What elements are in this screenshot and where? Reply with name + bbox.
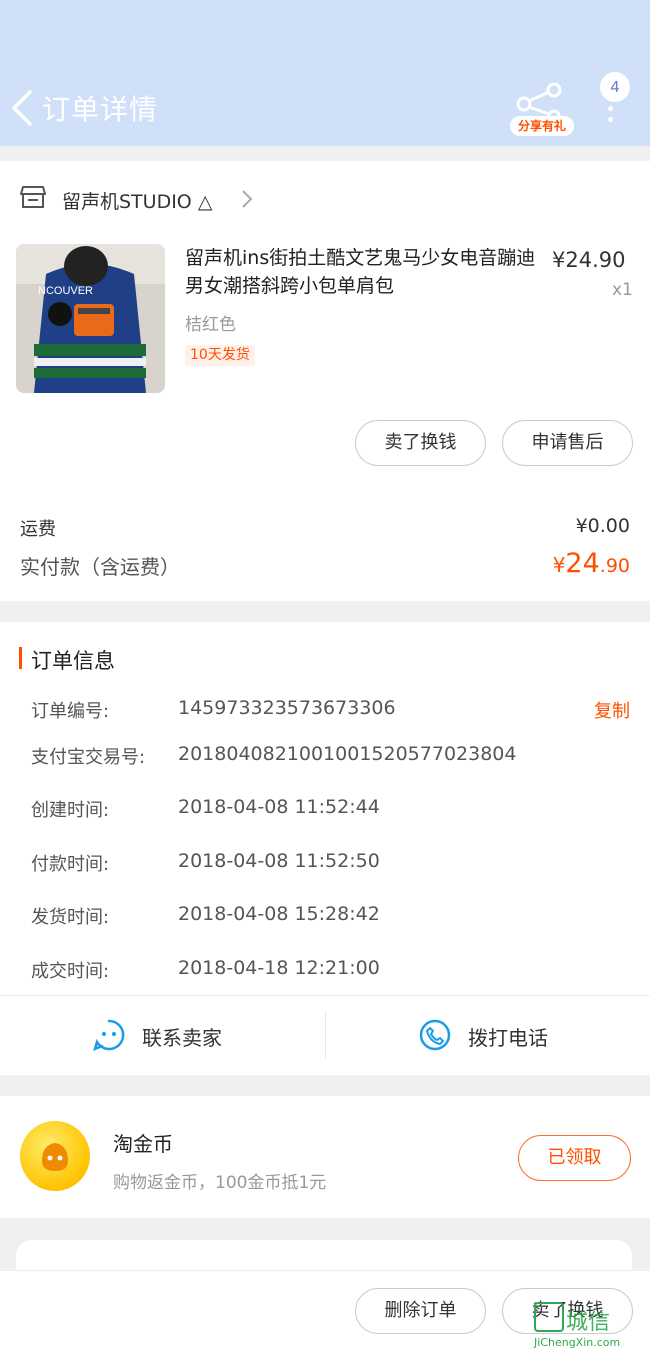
call-phone-button[interactable]: 拨打电话 (326, 996, 650, 1076)
product-photo: NCOUVER (16, 244, 165, 393)
shipping-fee-value: ¥0.00 (575, 515, 630, 537)
taobao-coin-card: 淘金币 购物返金币，100金币抵1元 已领取 (0, 1096, 650, 1218)
status-bar (0, 0, 650, 60)
coin-claimed-button[interactable]: 已领取 (518, 1135, 631, 1181)
coin-title: 淘金币 (113, 1132, 173, 1156)
info-value: 2018-04-08 11:52:44 (178, 796, 380, 818)
watermark-logo-icon (534, 1302, 564, 1332)
coin-icon (20, 1121, 90, 1191)
info-key: 创建时间: (31, 800, 110, 821)
paid-amount-value: ¥24.90 (553, 548, 630, 579)
info-value: 2018040821001001520577023804 (178, 743, 517, 765)
after-sale-button[interactable]: 申请售后 (502, 420, 633, 466)
product-quantity: x1 (612, 280, 633, 300)
contact-bar: 联系卖家 拨打电话 (0, 995, 650, 1075)
product-color: 桔红色 (185, 315, 236, 335)
info-value: 2018-04-08 11:52:50 (178, 850, 380, 872)
info-row-shipped-time: 发货时间: 2018-04-08 15:28:42 (0, 903, 650, 933)
phone-icon (419, 1019, 451, 1051)
header-bar: 订单详情 分享有礼 4 (0, 0, 650, 146)
more-menu-button[interactable]: 4 (596, 72, 636, 128)
chevron-left-icon (12, 90, 32, 126)
share-label: 分享有礼 (510, 116, 574, 136)
info-key: 成交时间: (31, 961, 110, 982)
paid-decimal: .90 (599, 555, 630, 577)
watermark-url: JiChengXin.com (534, 1336, 621, 1349)
back-button[interactable] (10, 88, 40, 128)
coin-face-icon (42, 1143, 68, 1171)
shop-name-text: 留声机STUDIO (62, 191, 192, 213)
info-value: 2018-04-08 15:28:42 (178, 903, 380, 925)
product-thumbnail[interactable]: NCOUVER (16, 244, 165, 393)
paid-currency: ¥ (552, 553, 566, 577)
shipping-fee-label: 运费 (20, 519, 56, 540)
info-value: 145973323573673306 (178, 697, 396, 719)
share-icon (516, 82, 562, 123)
paid-amount-label: 实付款（含运费） (20, 555, 180, 579)
info-row-order-number: 订单编号: 145973323573673306 复制 (0, 697, 650, 727)
info-key: 付款时间: (31, 854, 110, 875)
delete-order-button[interactable]: 删除订单 (355, 1288, 486, 1334)
call-phone-label: 拨打电话 (468, 1026, 548, 1050)
notification-badge: 4 (600, 72, 630, 102)
store-icon (20, 186, 46, 208)
product-title[interactable]: 留声机ins街拍土酷文艺鬼马少女电音蹦迪男女潮搭斜跨小包单肩包 (185, 244, 545, 300)
page-title: 订单详情 (42, 93, 159, 126)
section-accent-bar (19, 647, 22, 669)
more-dots-icon (608, 106, 614, 128)
watermark-text: 城信 (566, 1310, 611, 1335)
shop-name: 留声机STUDIO △ (62, 187, 212, 214)
info-row-paid-time: 付款时间: 2018-04-08 11:52:50 (0, 850, 650, 880)
info-key: 订单编号: (31, 701, 110, 722)
info-row-created-time: 创建时间: 2018-04-08 11:52:44 (0, 796, 650, 826)
info-row-alipay-number: 支付宝交易号: 2018040821001001520577023804 (0, 743, 650, 773)
order-info-title: 订单信息 (31, 649, 115, 673)
site-watermark: 城信 JiChengXin.com (532, 1302, 650, 1353)
paid-integer: 24 (565, 548, 600, 579)
copy-button[interactable]: 复制 (594, 697, 630, 723)
coin-subtitle: 购物返金币，100金币抵1元 (113, 1173, 327, 1193)
chat-face-icon (93, 1019, 125, 1052)
shop-row[interactable]: 留声机STUDIO △ (0, 161, 650, 233)
thumb-jersey-text: NCOUVER (38, 285, 93, 297)
info-value: 2018-04-18 12:21:00 (178, 957, 380, 979)
info-key: 支付宝交易号: (31, 747, 146, 768)
contact-seller-button[interactable]: 联系卖家 (0, 996, 325, 1076)
sell-for-cash-button[interactable]: 卖了换钱 (355, 420, 486, 466)
shop-name-symbol: △ (197, 191, 213, 213)
share-button[interactable]: 分享有礼 (510, 80, 574, 136)
info-key: 发货时间: (31, 907, 110, 928)
info-row-completed-time: 成交时间: 2018-04-18 12:21:00 (0, 957, 650, 987)
product-price: ¥24.90 (552, 248, 626, 272)
shipping-tag: 10天发货 (185, 345, 255, 366)
contact-seller-label: 联系卖家 (142, 1026, 222, 1050)
chevron-right-icon (242, 190, 253, 208)
